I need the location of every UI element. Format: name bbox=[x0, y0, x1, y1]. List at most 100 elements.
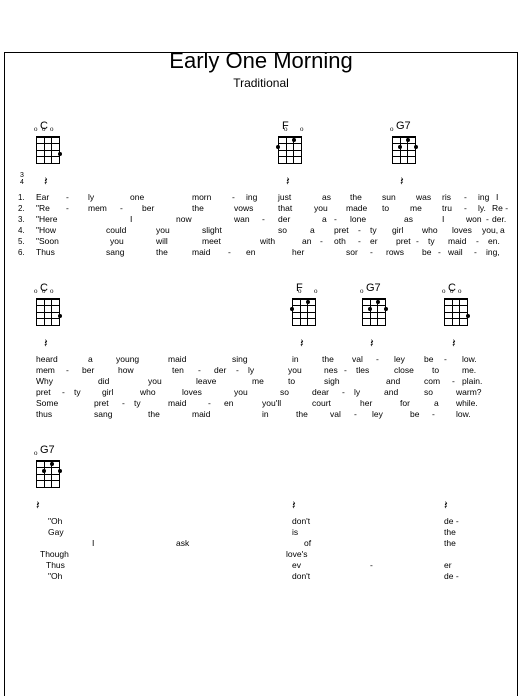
syllable: don't bbox=[292, 571, 310, 582]
syllable: maid bbox=[448, 236, 466, 247]
syllable: pret bbox=[396, 236, 411, 247]
lyric-verse-5: 5."Soonyouwillmeetwithan-oth-erpret-tyma… bbox=[24, 236, 498, 247]
syllable: - bbox=[464, 192, 467, 203]
verse-number: 2. bbox=[18, 203, 25, 214]
syllable: meet bbox=[202, 236, 221, 247]
syllable: tles bbox=[356, 365, 369, 376]
syllable: ber bbox=[82, 365, 94, 376]
syllable: ty bbox=[428, 236, 435, 247]
rest-mark: 𝄽 bbox=[292, 498, 296, 513]
syllable: - bbox=[66, 192, 69, 203]
syllable: ly. bbox=[478, 203, 486, 214]
syllable: low. bbox=[456, 409, 471, 420]
chord-label-g7: G7 bbox=[396, 120, 411, 132]
syllable: who bbox=[140, 387, 156, 398]
syllable: slight bbox=[202, 225, 222, 236]
syllable: - bbox=[358, 225, 361, 236]
syllable: be bbox=[410, 409, 419, 420]
syllable: of bbox=[304, 538, 311, 549]
rest-mark: 𝄽 bbox=[444, 498, 448, 513]
syllable: sang bbox=[94, 409, 112, 420]
syllable: maid bbox=[168, 398, 186, 409]
syllable: I bbox=[130, 214, 132, 225]
syllable: the bbox=[192, 203, 204, 214]
syllable: - bbox=[320, 236, 323, 247]
syllable: "Soon bbox=[36, 236, 59, 247]
rest-mark: 𝄽 bbox=[452, 336, 456, 351]
verse-number: 3. bbox=[18, 214, 25, 225]
syllable: court bbox=[312, 398, 331, 409]
syllable: close bbox=[394, 365, 414, 376]
syllable: - bbox=[486, 214, 489, 225]
lyric-verse-6: 6.Thussangthemaid-enhersor-rowsbe-wail-i… bbox=[24, 247, 498, 258]
syllable: young bbox=[116, 354, 139, 365]
syllable: - bbox=[474, 247, 477, 258]
syllable: loves bbox=[182, 387, 202, 398]
lyric-verse-4: Thoughlove's bbox=[24, 549, 498, 560]
syllable: did bbox=[98, 376, 109, 387]
syllable: you bbox=[148, 376, 162, 387]
syllable: how bbox=[118, 365, 134, 376]
syllable: Re - bbox=[492, 203, 508, 214]
syllable: the bbox=[350, 192, 362, 203]
syllable: ty bbox=[370, 225, 377, 236]
syllable: won bbox=[466, 214, 482, 225]
syllable: ty bbox=[134, 398, 141, 409]
syllable: - bbox=[228, 247, 231, 258]
rest-mark: 𝄽 bbox=[36, 498, 40, 513]
syllable: oth bbox=[334, 236, 346, 247]
syllable: Some bbox=[36, 398, 58, 409]
syllable: lone bbox=[350, 214, 366, 225]
syllable: com bbox=[424, 376, 440, 387]
syllable: for bbox=[400, 398, 410, 409]
lyric-verse-2: 2."Re-mem-berthevowsthatyoumadetometru-l… bbox=[24, 203, 498, 214]
syllable: will bbox=[156, 236, 168, 247]
syllable: to bbox=[382, 203, 389, 214]
syllable: you'll bbox=[262, 398, 281, 409]
syllable: "Oh bbox=[48, 516, 62, 527]
syllable: maid bbox=[168, 354, 186, 365]
syllable: love's bbox=[286, 549, 307, 560]
syllable: a bbox=[322, 214, 327, 225]
syllable: Gay bbox=[48, 527, 64, 538]
lyric-verse-5: Thusev-er bbox=[24, 560, 498, 571]
syllable: be bbox=[422, 247, 431, 258]
syllable: val bbox=[352, 354, 363, 365]
syllable: - bbox=[120, 203, 123, 214]
syllable: me. bbox=[462, 365, 476, 376]
syllable: mem bbox=[36, 365, 55, 376]
syllable: in bbox=[262, 409, 269, 420]
syllable: girl bbox=[392, 225, 403, 236]
syllable: - bbox=[452, 376, 455, 387]
rest-mark: 𝄽 bbox=[44, 336, 48, 351]
syllable: was bbox=[416, 192, 431, 203]
syllable: sor bbox=[346, 247, 358, 258]
syllable: heard bbox=[36, 354, 58, 365]
lyric-verse-3: 3."HereInowwan-dera-loneasIwon-der. bbox=[24, 214, 498, 225]
verse-number: 4. bbox=[18, 225, 25, 236]
syllable: - bbox=[122, 398, 125, 409]
syllable: - bbox=[334, 214, 337, 225]
syllable: ley bbox=[372, 409, 383, 420]
syllable: "Here bbox=[36, 214, 57, 225]
rest-mark: 𝄽 bbox=[300, 336, 304, 351]
syllable: maid bbox=[192, 409, 210, 420]
syllable: der bbox=[278, 214, 290, 225]
syllable: warm? bbox=[456, 387, 482, 398]
lyric-verse-2: mem-berhowten-der-lyyounes-tlesclosetome… bbox=[24, 365, 498, 376]
syllable: val bbox=[330, 409, 341, 420]
syllable: en bbox=[246, 247, 255, 258]
syllable: - bbox=[358, 236, 361, 247]
syllable: nes bbox=[324, 365, 338, 376]
syllable: you, bbox=[482, 225, 498, 236]
syllable: ris bbox=[442, 192, 451, 203]
rest-mark: 𝄽 bbox=[400, 174, 404, 189]
lyric-verse-5: Somepret-tymaid-enyou'llcourtherforawhil… bbox=[24, 398, 498, 409]
syllable: I bbox=[442, 214, 444, 225]
syllable: and bbox=[384, 387, 398, 398]
syllable: you bbox=[156, 225, 170, 236]
syllable: tru bbox=[442, 203, 452, 214]
syllable: the bbox=[444, 527, 456, 538]
lyric-verse-4: 4."Howcouldyouslightsoapret-tygirlwholov… bbox=[24, 225, 498, 236]
syllable: is bbox=[292, 527, 298, 538]
